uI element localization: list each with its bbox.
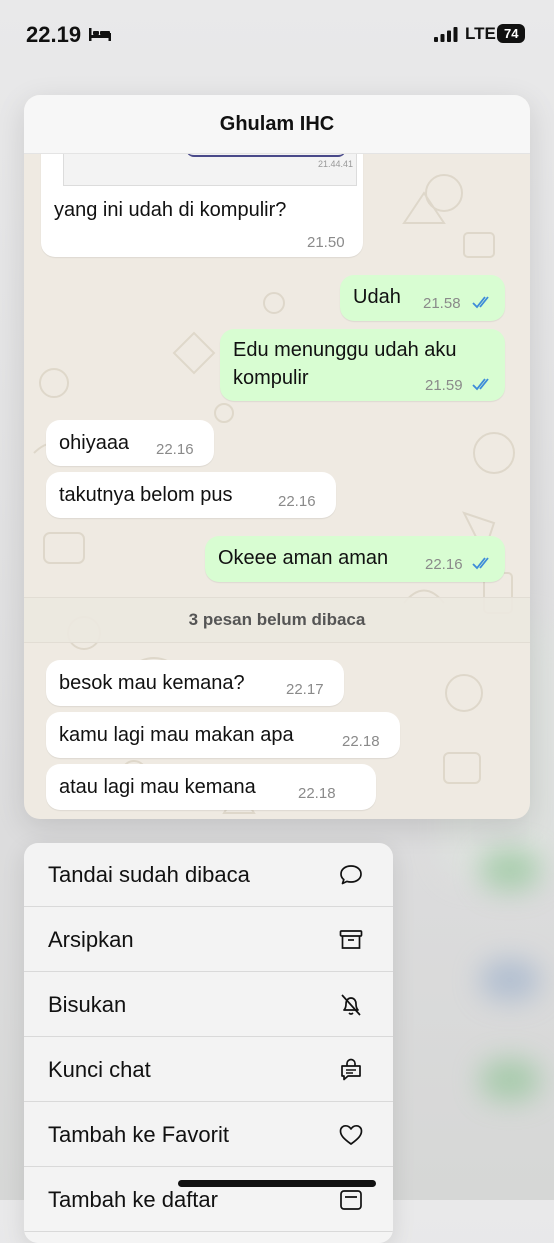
menu-item-archive[interactable]: Arsipkan	[24, 908, 393, 972]
cell-signal-icon	[434, 27, 458, 42]
menu-item-label: Arsipkan	[48, 927, 134, 952]
message-bubble-incoming[interactable]: atau lagi mau kemana 22.18	[46, 764, 376, 810]
message-text: besok mau kemana?	[59, 672, 245, 694]
message-bubble-incoming[interactable]: kamu lagi mau makan apa 22.18	[46, 712, 400, 758]
message-bubble-incoming[interactable]: ohiyaaa 22.16	[46, 420, 214, 466]
message-bubble-outgoing[interactable]: Edu menunggu udah aku kompulir 21.59	[220, 329, 505, 401]
message-text: yang ini udah di kompulir?	[54, 199, 287, 221]
message-bubble-outgoing[interactable]: Okeee aman aman 22.16	[205, 536, 505, 582]
message-time: 21.50	[307, 234, 345, 251]
menu-item-label: Tambah ke Favorit	[48, 1122, 229, 1147]
message-time: 21.58	[423, 295, 461, 312]
message-time: 22.16	[278, 493, 316, 510]
blurred-background	[480, 850, 540, 890]
archive-icon	[339, 930, 363, 949]
menu-item-lock-chat[interactable]: Kunci chat	[24, 1038, 393, 1102]
lock-chat-icon	[341, 1058, 361, 1081]
chat-preview[interactable]: Ghulam IHC 21.44.41 yang ini udah di kom…	[24, 95, 530, 819]
message-text: Edu menunggu udah aku	[233, 339, 457, 361]
status-bar: 22.19 LTE 74	[0, 0, 554, 70]
home-indicator[interactable]	[178, 1180, 376, 1187]
read-receipt-icon	[472, 557, 489, 570]
menu-item-label: Tambah ke daftar	[48, 1187, 218, 1212]
menu-item-add-favorite[interactable]: Tambah ke Favorit	[24, 1103, 393, 1167]
message-time: 22.16	[425, 556, 463, 573]
menu-item-mute[interactable]: Bisukan	[24, 973, 393, 1037]
message-time: 22.18	[342, 733, 380, 750]
menu-item-label: Bisukan	[48, 992, 127, 1017]
sleep-focus-icon	[89, 28, 111, 41]
message-bubble-outgoing[interactable]: Udah 21.58	[340, 275, 505, 321]
message-bubble-incoming[interactable]: besok mau kemana? 22.17	[46, 660, 344, 706]
message-text: takutnya belom pus	[59, 484, 233, 506]
list-add-icon	[340, 1190, 362, 1210]
unread-messages-divider: 3 pesan belum dibaca	[24, 597, 530, 643]
message-time: 22.18	[298, 785, 336, 802]
contact-name: Ghulam IHC	[219, 112, 335, 135]
quoted-image-time: 21.44.41	[318, 159, 354, 169]
bell-slash-icon	[341, 994, 361, 1016]
message-text: kompulir	[233, 367, 309, 389]
read-receipt-icon	[472, 378, 489, 391]
message-text: atau lagi mau kemana	[59, 776, 256, 798]
message-time: 22.17	[286, 681, 324, 698]
unread-messages-label: 3 pesan belum dibaca	[188, 610, 366, 629]
heart-icon	[339, 1124, 363, 1145]
blurred-background	[480, 960, 540, 1000]
status-time: 22.19	[26, 22, 82, 47]
chat-bubble-icon	[340, 865, 362, 885]
message-text: Okeee aman aman	[218, 547, 389, 569]
message-bubble-incoming[interactable]: takutnya belom pus 22.16	[46, 472, 336, 518]
blurred-background	[480, 1060, 540, 1100]
menu-item-add-to-list[interactable]: Tambah ke daftar	[24, 1168, 393, 1232]
network-type: LTE	[465, 24, 496, 43]
message-time: 22.16	[156, 441, 194, 458]
message-text: ohiyaaa	[59, 432, 130, 454]
message-time: 21.59	[425, 377, 463, 394]
menu-item-mark-read[interactable]: Tandai sudah dibaca	[24, 843, 393, 907]
battery-indicator: 74	[497, 24, 526, 43]
menu-item-label: Kunci chat	[48, 1057, 151, 1082]
message-text: Udah	[353, 286, 401, 308]
message-text: kamu lagi mau makan apa	[59, 724, 294, 746]
menu-item-label: Tandai sudah dibaca	[48, 862, 250, 887]
read-receipt-icon	[472, 296, 489, 309]
chat-preview-header: Ghulam IHC	[24, 95, 530, 154]
